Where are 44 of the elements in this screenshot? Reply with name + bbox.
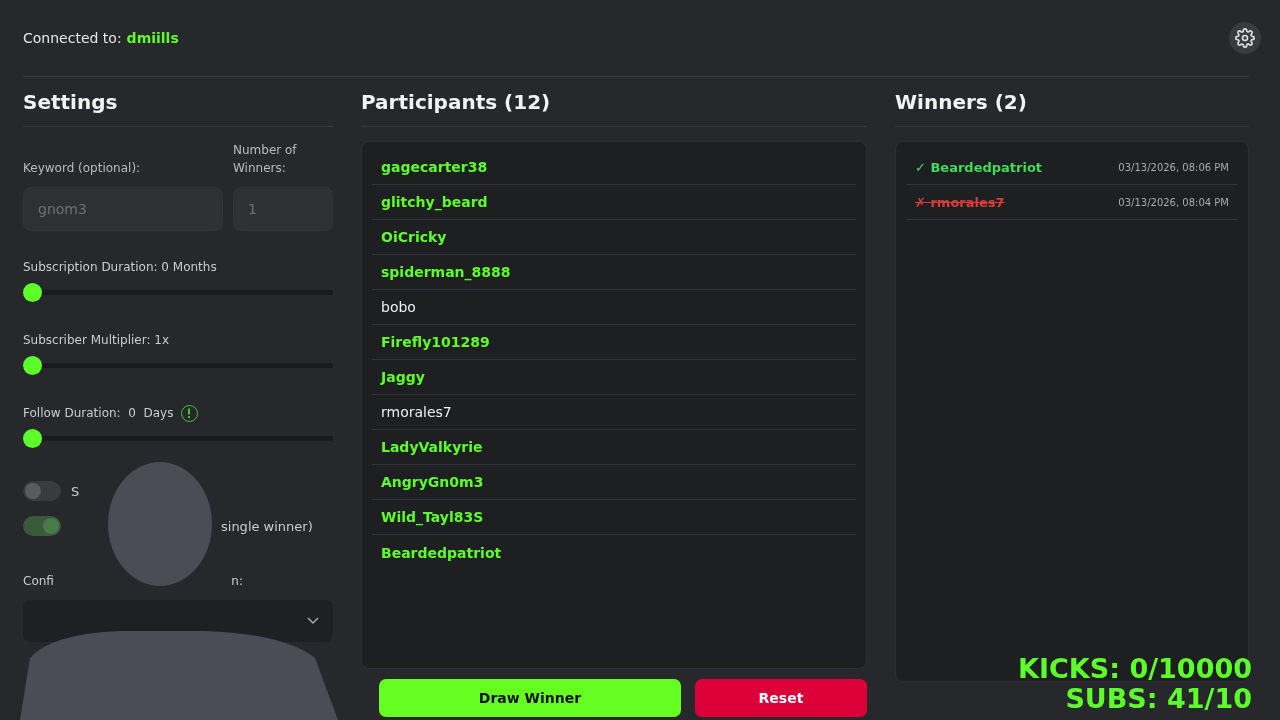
participant-name: glitchy_beard [372,185,856,220]
config-label: Confi [23,574,54,588]
connection-label: Connected to: [23,30,122,46]
participants-heading: Participants (12) [361,77,867,127]
toggle-switch[interactable] [23,516,61,536]
settings-icon [1235,28,1255,48]
slider-label: Subscriber Multiplier: 1x [23,333,170,347]
participant-name: Jaggy [372,360,856,395]
winners-heading: Winners (2) [895,77,1249,127]
participant-name: LadyValkyrie [372,430,856,465]
kicks-counter: KICKS: 0/10000 [1018,654,1252,684]
slider-thumb[interactable] [23,283,42,302]
participant-name: Wild_Tayl83S [372,500,856,535]
toggle-label: single winner) [221,518,313,534]
winner-name: ✗ rmorales7 [915,194,1005,210]
winners-count-label: Number of Winners: [233,142,298,177]
winner-name: ✓ Beardedpatriot [915,159,1043,175]
participant-name: Beardedpatriot [380,543,503,563]
participant-name: gagecarter38 [372,150,856,185]
settings-button[interactable] [1229,22,1261,54]
reset-button[interactable]: Reset [695,679,867,717]
slider-thumb[interactable] [23,429,42,448]
subs-counter: SUBS: 41/10 [1065,684,1252,714]
winner-time: 03/13/2026, 08:04 PM [1118,196,1229,208]
config-label: n: [231,574,243,588]
chevron-icon [307,617,319,625]
slider-thumb[interactable] [23,356,42,375]
channel-name: dmiills [126,30,179,46]
participant-name: Firefly101289 [372,325,856,360]
participant-name: spiderman_8888 [372,255,856,290]
participant-name: AngryGn0m3 [372,465,856,500]
slider-label: Subscription Duration: 0 Months [23,260,217,274]
participant-name: OiCricky [372,220,856,255]
participant-name: rmorales7 [372,395,856,430]
slider-label: Follow Duration: 0 Days [23,406,174,420]
settings-heading: Settings [23,77,333,127]
toggle-switch[interactable] [23,481,61,501]
winners-count-input[interactable]: 1 [233,187,333,231]
keyword-input[interactable]: gnom3 [23,187,223,231]
participant-name: bobo [372,290,856,325]
keyword-label: Keyword (optional): [23,160,142,177]
draw-button[interactable]: Draw Winner [379,679,681,717]
winner-time: 03/13/2026, 08:06 PM [1118,161,1229,173]
toggle-label: S [71,483,80,499]
